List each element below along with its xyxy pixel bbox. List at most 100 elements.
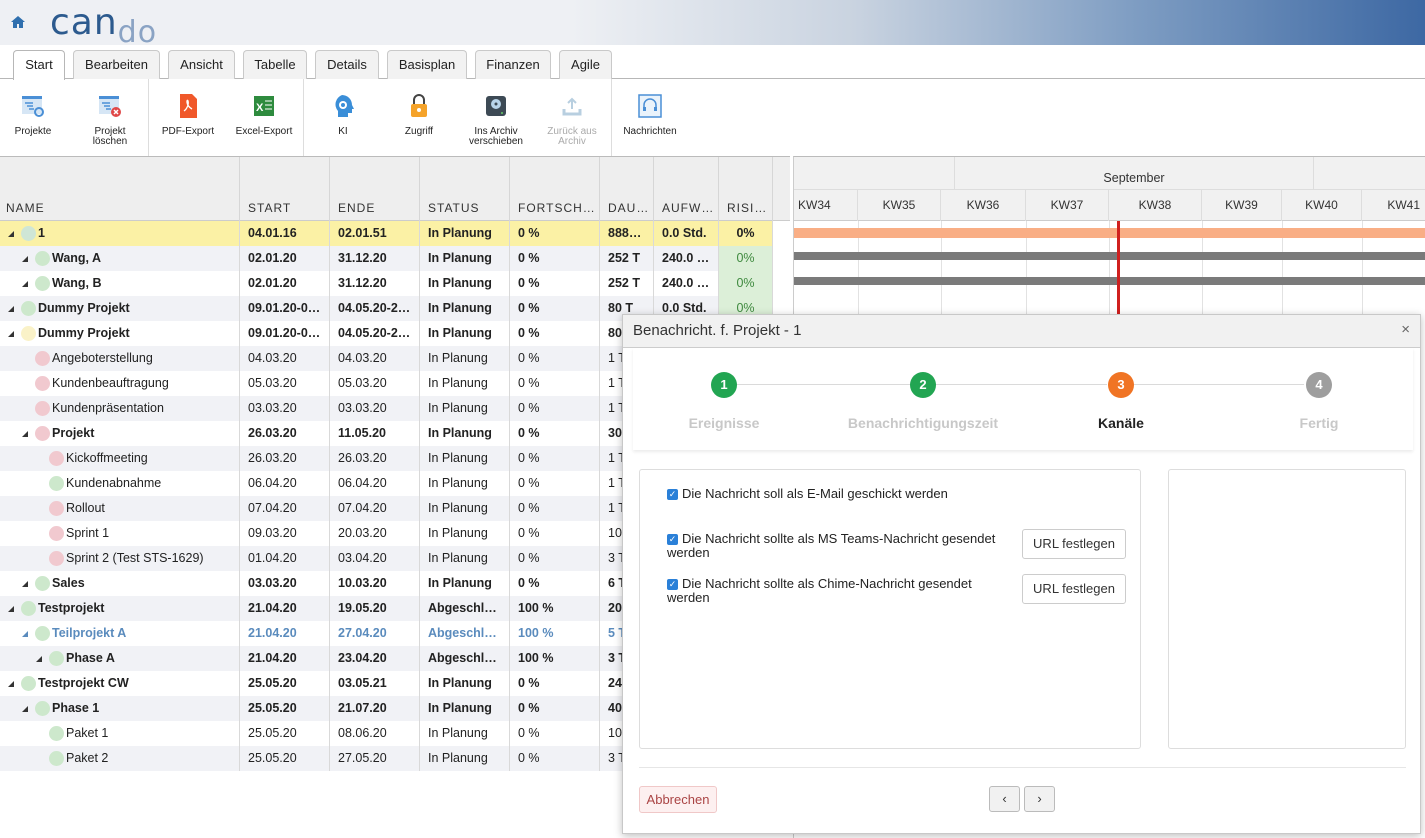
expand-toggle-icon[interactable] [22, 281, 28, 287]
column-header-name[interactable]: NAME [0, 157, 240, 221]
home-icon[interactable] [10, 14, 26, 30]
pdf-export-button[interactable]: PDF-Export [153, 93, 223, 137]
name-cell[interactable]: Dummy Projekt [0, 321, 240, 346]
row-name: Sales [52, 576, 85, 590]
progress-cell: 0 % [510, 221, 600, 246]
expand-toggle-icon[interactable] [22, 581, 28, 587]
gantt-bar-wang-a[interactable] [794, 252, 1425, 260]
access-button[interactable]: Zugriff [384, 93, 454, 137]
messages-button[interactable]: Nachrichten [615, 93, 685, 137]
tab-basisplan[interactable]: Basisplan [387, 50, 467, 79]
expand-toggle-icon[interactable] [8, 606, 14, 612]
column-header-duration[interactable]: DAU… [600, 157, 654, 221]
email-checkbox[interactable]: ✓ [667, 489, 678, 500]
teams-option[interactable]: ✓ Die Nachricht sollte als MS Teams-Nachr… [667, 532, 997, 560]
expand-toggle-icon[interactable] [22, 431, 28, 437]
column-header-status[interactable]: STATUS [420, 157, 510, 221]
email-option[interactable]: ✓ Die Nachricht soll als E-Mail geschickt… [667, 487, 997, 501]
excel-export-button[interactable]: X Excel-Export [229, 93, 299, 137]
name-cell[interactable]: Kundenbeauftragung [0, 371, 240, 396]
name-cell[interactable]: Wang, B [0, 271, 240, 296]
close-icon[interactable]: × [1401, 315, 1410, 345]
column-header-risk[interactable]: RISI… [719, 157, 773, 221]
status-indicator-icon [35, 701, 50, 716]
name-cell[interactable]: Angeboterstellung [0, 346, 240, 371]
expand-toggle-icon[interactable] [8, 306, 14, 312]
name-cell[interactable]: Teilprojekt A [0, 621, 240, 646]
name-cell[interactable]: Kickoffmeeting [0, 446, 240, 471]
table-row[interactable]: Wang, B 02.01.20 31.12.20 In Planung 0 % 252 … [0, 271, 773, 296]
expand-toggle-icon[interactable] [22, 256, 28, 262]
name-cell[interactable]: Sales [0, 571, 240, 596]
restore-from-archive-button[interactable]: Zurück aus Archiv [537, 93, 607, 147]
expand-toggle-icon[interactable] [22, 631, 28, 637]
name-cell[interactable]: Testprojekt [0, 596, 240, 621]
start-cell: 05.03.20 [240, 371, 330, 396]
status-cell: In Planung [420, 421, 510, 446]
name-cell[interactable]: 1 [0, 221, 240, 246]
week-label: KW36 [941, 190, 1026, 221]
tab-details[interactable]: Details [315, 50, 379, 79]
table-row[interactable]: Wang, A 02.01.20 31.12.20 In Planung 0 % 252 … [0, 246, 773, 271]
gantt-bar-project-1[interactable] [794, 228, 1425, 238]
column-header-progress[interactable]: FORTSCH… [510, 157, 600, 221]
chime-url-button[interactable]: URL festlegen [1022, 574, 1126, 604]
status-indicator-icon [35, 426, 50, 441]
teams-url-button[interactable]: URL festlegen [1022, 529, 1126, 559]
name-cell[interactable]: Kundenabnahme [0, 471, 240, 496]
table-row[interactable]: 1 04.01.16 02.01.51 In Planung 0 % 888… 0.0 St… [0, 221, 773, 246]
row-name: Kundenpräsentation [52, 401, 164, 415]
projects-button[interactable]: Projekte [0, 93, 68, 137]
expand-toggle-icon[interactable] [8, 681, 14, 687]
gantt-bar-wang-b[interactable] [794, 277, 1425, 285]
tab-finanzen[interactable]: Finanzen [475, 50, 551, 79]
delete-project-button[interactable]: Projekt löschen [75, 93, 145, 147]
end-cell: 27.05.20 [330, 746, 420, 771]
teams-checkbox[interactable]: ✓ [667, 534, 678, 545]
step-4-circle[interactable]: 4 [1306, 372, 1332, 398]
step-1-circle[interactable]: 1 [711, 372, 737, 398]
name-cell[interactable]: Sprint 2 (Test STS-1629) [0, 546, 240, 571]
tab-start[interactable]: Start [13, 50, 65, 80]
expand-toggle-icon[interactable] [8, 231, 14, 237]
name-cell[interactable]: Paket 2 [0, 746, 240, 771]
tab-tabelle[interactable]: Tabelle [243, 50, 307, 79]
cancel-button[interactable]: Abbrechen [639, 786, 717, 813]
column-header-start[interactable]: START [240, 157, 330, 221]
expand-toggle-icon[interactable] [36, 656, 42, 662]
progress-cell: 0 % [510, 296, 600, 321]
name-cell[interactable]: Kundenpräsentation [0, 396, 240, 421]
archive-button[interactable]: Ins Archiv verschieben [461, 93, 531, 147]
ai-button[interactable]: KI [308, 93, 378, 137]
step-3-circle[interactable]: 3 [1108, 372, 1134, 398]
expand-toggle-icon[interactable] [22, 706, 28, 712]
chime-checkbox[interactable]: ✓ [667, 579, 678, 590]
name-cell[interactable]: Dummy Projekt [0, 296, 240, 321]
name-cell[interactable]: Projekt [0, 421, 240, 446]
name-cell[interactable]: Paket 1 [0, 721, 240, 746]
pdf-icon [180, 94, 197, 118]
name-cell[interactable]: Sprint 1 [0, 521, 240, 546]
row-name: Projekt [52, 426, 95, 440]
progress-cell: 0 % [510, 471, 600, 496]
expand-toggle-icon[interactable] [8, 331, 14, 337]
end-cell: 03.05.21 [330, 671, 420, 696]
tab-bearbeiten[interactable]: Bearbeiten [73, 50, 160, 79]
column-header-effort[interactable]: AUFW… [654, 157, 719, 221]
ai-head-icon [335, 95, 354, 117]
column-header-end[interactable]: ENDE [330, 157, 420, 221]
chime-option[interactable]: ✓ Die Nachricht sollte als Chime-Nachrich… [667, 577, 997, 605]
name-cell[interactable]: Rollout [0, 496, 240, 521]
previous-step-button[interactable]: ‹ [989, 786, 1020, 812]
end-cell: 31.12.20 [330, 246, 420, 271]
name-cell[interactable]: Phase A [0, 646, 240, 671]
next-step-button[interactable]: › [1024, 786, 1055, 812]
name-cell[interactable]: Testprojekt CW [0, 671, 240, 696]
name-cell[interactable]: Phase 1 [0, 696, 240, 721]
step-2-circle[interactable]: 2 [910, 372, 936, 398]
name-cell[interactable]: Wang, A [0, 246, 240, 271]
row-name: Wang, B [52, 276, 102, 290]
status-indicator-icon [35, 351, 50, 366]
tab-ansicht[interactable]: Ansicht [168, 50, 235, 79]
tab-agile[interactable]: Agile [559, 50, 612, 79]
